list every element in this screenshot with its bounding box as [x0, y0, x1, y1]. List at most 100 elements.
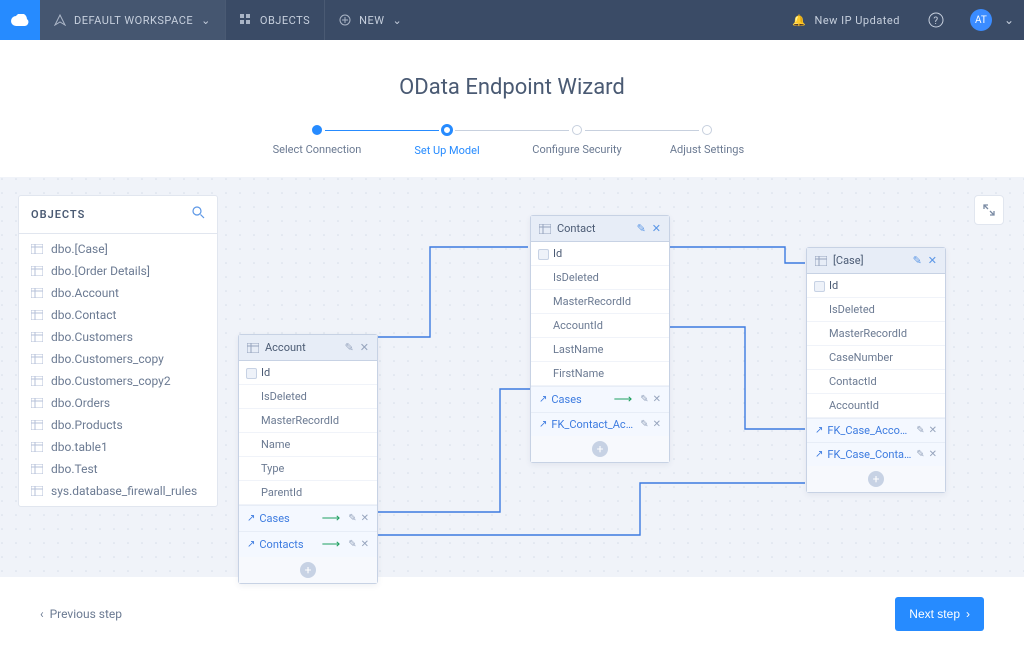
link-icon: ↗ [247, 513, 255, 524]
link-icon: ↗ [539, 394, 547, 405]
chevron-right-icon: › [966, 607, 970, 621]
entity-relation[interactable]: ↗FK_Case_Accoun...✎✕ [807, 418, 945, 442]
step-adjust-settings[interactable]: Adjust Settings [642, 125, 772, 157]
object-item[interactable]: dbo.Customers_copy2 [19, 370, 217, 392]
close-icon[interactable]: ✕ [929, 449, 937, 460]
chevron-down-icon[interactable]: ⌄ [1004, 13, 1014, 27]
entity-relation[interactable]: ↗Contacts⟶✎✕ [239, 531, 377, 557]
close-icon[interactable]: ✕ [653, 419, 661, 430]
entity-relation[interactable]: ↗Cases⟶✎✕ [531, 386, 669, 412]
object-item[interactable]: dbo.Test [19, 458, 217, 480]
entity-field[interactable]: AccountId [531, 314, 669, 338]
edit-icon[interactable]: ✎ [913, 254, 922, 267]
entity-field[interactable]: Type [239, 457, 377, 481]
entity-field[interactable]: IsDeleted [807, 298, 945, 322]
entity-field[interactable]: MasterRecordId [531, 290, 669, 314]
object-item[interactable]: dbo.Customers_copy [19, 348, 217, 370]
close-icon[interactable]: ✕ [929, 425, 937, 436]
object-item[interactable]: dbo.Orders [19, 392, 217, 414]
entity-field[interactable]: IsDeleted [239, 385, 377, 409]
edit-icon[interactable]: ✎ [348, 513, 356, 524]
workspace-selector[interactable]: DEFAULT WORKSPACE ⌄ [40, 0, 225, 40]
step-configure-security[interactable]: Configure Security [512, 125, 642, 157]
nav-new[interactable]: NEW ⌄ [325, 0, 416, 40]
add-relation[interactable]: + [239, 557, 377, 583]
step-select-connection[interactable]: Select Connection [252, 125, 382, 157]
chevron-down-icon: ⌄ [393, 14, 403, 27]
object-label: dbo.Account [51, 286, 119, 300]
avatar[interactable]: AT [970, 9, 992, 31]
entity-header[interactable]: [Case] ✎ ✕ [807, 248, 945, 274]
entity-contact[interactable]: Contact ✎ ✕ IdIsDeletedMasterRecordIdAcc… [530, 215, 670, 463]
close-icon[interactable]: ✕ [928, 254, 937, 267]
nav-objects[interactable]: OBJECTS [226, 0, 324, 40]
object-item[interactable]: dbo.Customers [19, 326, 217, 348]
edit-icon[interactable]: ✎ [916, 425, 924, 436]
object-item[interactable]: dbo.[Order Details] [19, 260, 217, 282]
entity-field[interactable]: ContactId [807, 370, 945, 394]
entity-field[interactable]: IsDeleted [531, 266, 669, 290]
edit-icon[interactable]: ✎ [637, 222, 646, 235]
object-item[interactable]: dbo.Products [19, 414, 217, 436]
notification-text: New IP Updated [814, 14, 899, 27]
close-icon[interactable]: ✕ [361, 539, 369, 550]
entity-field[interactable]: ParentId [239, 481, 377, 505]
entity-header[interactable]: Account ✎ ✕ [239, 335, 377, 361]
object-item[interactable]: dbo.Contact [19, 304, 217, 326]
edit-icon[interactable]: ✎ [640, 419, 648, 430]
entity-relation[interactable]: ↗Cases⟶✎✕ [239, 505, 377, 531]
entity-field[interactable]: AccountId [807, 394, 945, 418]
close-icon[interactable]: ✕ [653, 394, 661, 405]
page-title: OData Endpoint Wizard [0, 75, 1024, 100]
object-item[interactable]: dbo.Account [19, 282, 217, 304]
entity-case[interactable]: [Case] ✎ ✕ IdIsDeletedMasterRecordIdCase… [806, 247, 946, 493]
close-icon[interactable]: ✕ [360, 341, 369, 354]
object-item[interactable]: dbo.table1 [19, 436, 217, 458]
entity-field[interactable]: Id [807, 274, 945, 298]
wizard-stepper: Select Connection Set Up Model Configure… [0, 125, 1024, 157]
next-step-button[interactable]: Next step › [895, 597, 984, 631]
model-canvas[interactable]: OBJECTS dbo.[Case]dbo.[Order Details]dbo… [0, 177, 1024, 577]
edit-icon[interactable]: ✎ [348, 539, 356, 550]
edit-icon[interactable]: ✎ [916, 449, 924, 460]
object-label: dbo.Test [51, 462, 98, 476]
search-icon[interactable] [192, 206, 205, 223]
edit-icon[interactable]: ✎ [640, 394, 648, 405]
help-button[interactable]: ? [914, 0, 958, 40]
object-label: dbo.Products [51, 418, 123, 432]
object-item[interactable]: sys.database_firewall_rules [19, 480, 217, 502]
step-set-up-model[interactable]: Set Up Model [382, 125, 512, 157]
add-relation[interactable]: + [807, 466, 945, 492]
previous-step-link[interactable]: ‹ Previous step [40, 607, 122, 621]
edit-icon[interactable]: ✎ [345, 341, 354, 354]
plus-icon: + [868, 471, 884, 487]
entity-field[interactable]: LastName [531, 338, 669, 362]
object-item[interactable]: dbo.[Case] [19, 238, 217, 260]
close-icon[interactable]: ✕ [361, 513, 369, 524]
close-icon[interactable]: ✕ [652, 222, 661, 235]
bell-icon: 🔔 [792, 14, 806, 27]
notification[interactable]: 🔔 New IP Updated [778, 0, 914, 40]
add-relation[interactable]: + [531, 436, 669, 462]
object-label: dbo.[Order Details] [51, 264, 150, 278]
entity-relation[interactable]: ↗FK_Case_Contac...✎✕ [807, 442, 945, 466]
entity-field[interactable]: MasterRecordId [239, 409, 377, 433]
entity-account[interactable]: Account ✎ ✕ IdIsDeletedMasterRecordIdNam… [238, 334, 378, 584]
entity-field[interactable]: Id [531, 242, 669, 266]
brand-logo[interactable] [0, 0, 40, 40]
expand-button[interactable] [974, 195, 1004, 225]
link-icon: ↗ [247, 539, 255, 550]
chevron-left-icon: ‹ [40, 607, 44, 621]
entity-relation[interactable]: ↗FK_Contact_Acc...✎✕ [531, 412, 669, 436]
object-label: dbo.[Case] [51, 242, 108, 256]
entity-field[interactable]: FirstName [531, 362, 669, 386]
link-icon: ↗ [815, 449, 823, 460]
entity-field[interactable]: Id [239, 361, 377, 385]
plus-icon: + [300, 562, 316, 578]
arrow-icon: ⟶ [322, 511, 341, 526]
entity-field[interactable]: MasterRecordId [807, 322, 945, 346]
entity-field[interactable]: CaseNumber [807, 346, 945, 370]
entity-field[interactable]: Name [239, 433, 377, 457]
link-icon: ↗ [815, 425, 823, 436]
entity-header[interactable]: Contact ✎ ✕ [531, 216, 669, 242]
